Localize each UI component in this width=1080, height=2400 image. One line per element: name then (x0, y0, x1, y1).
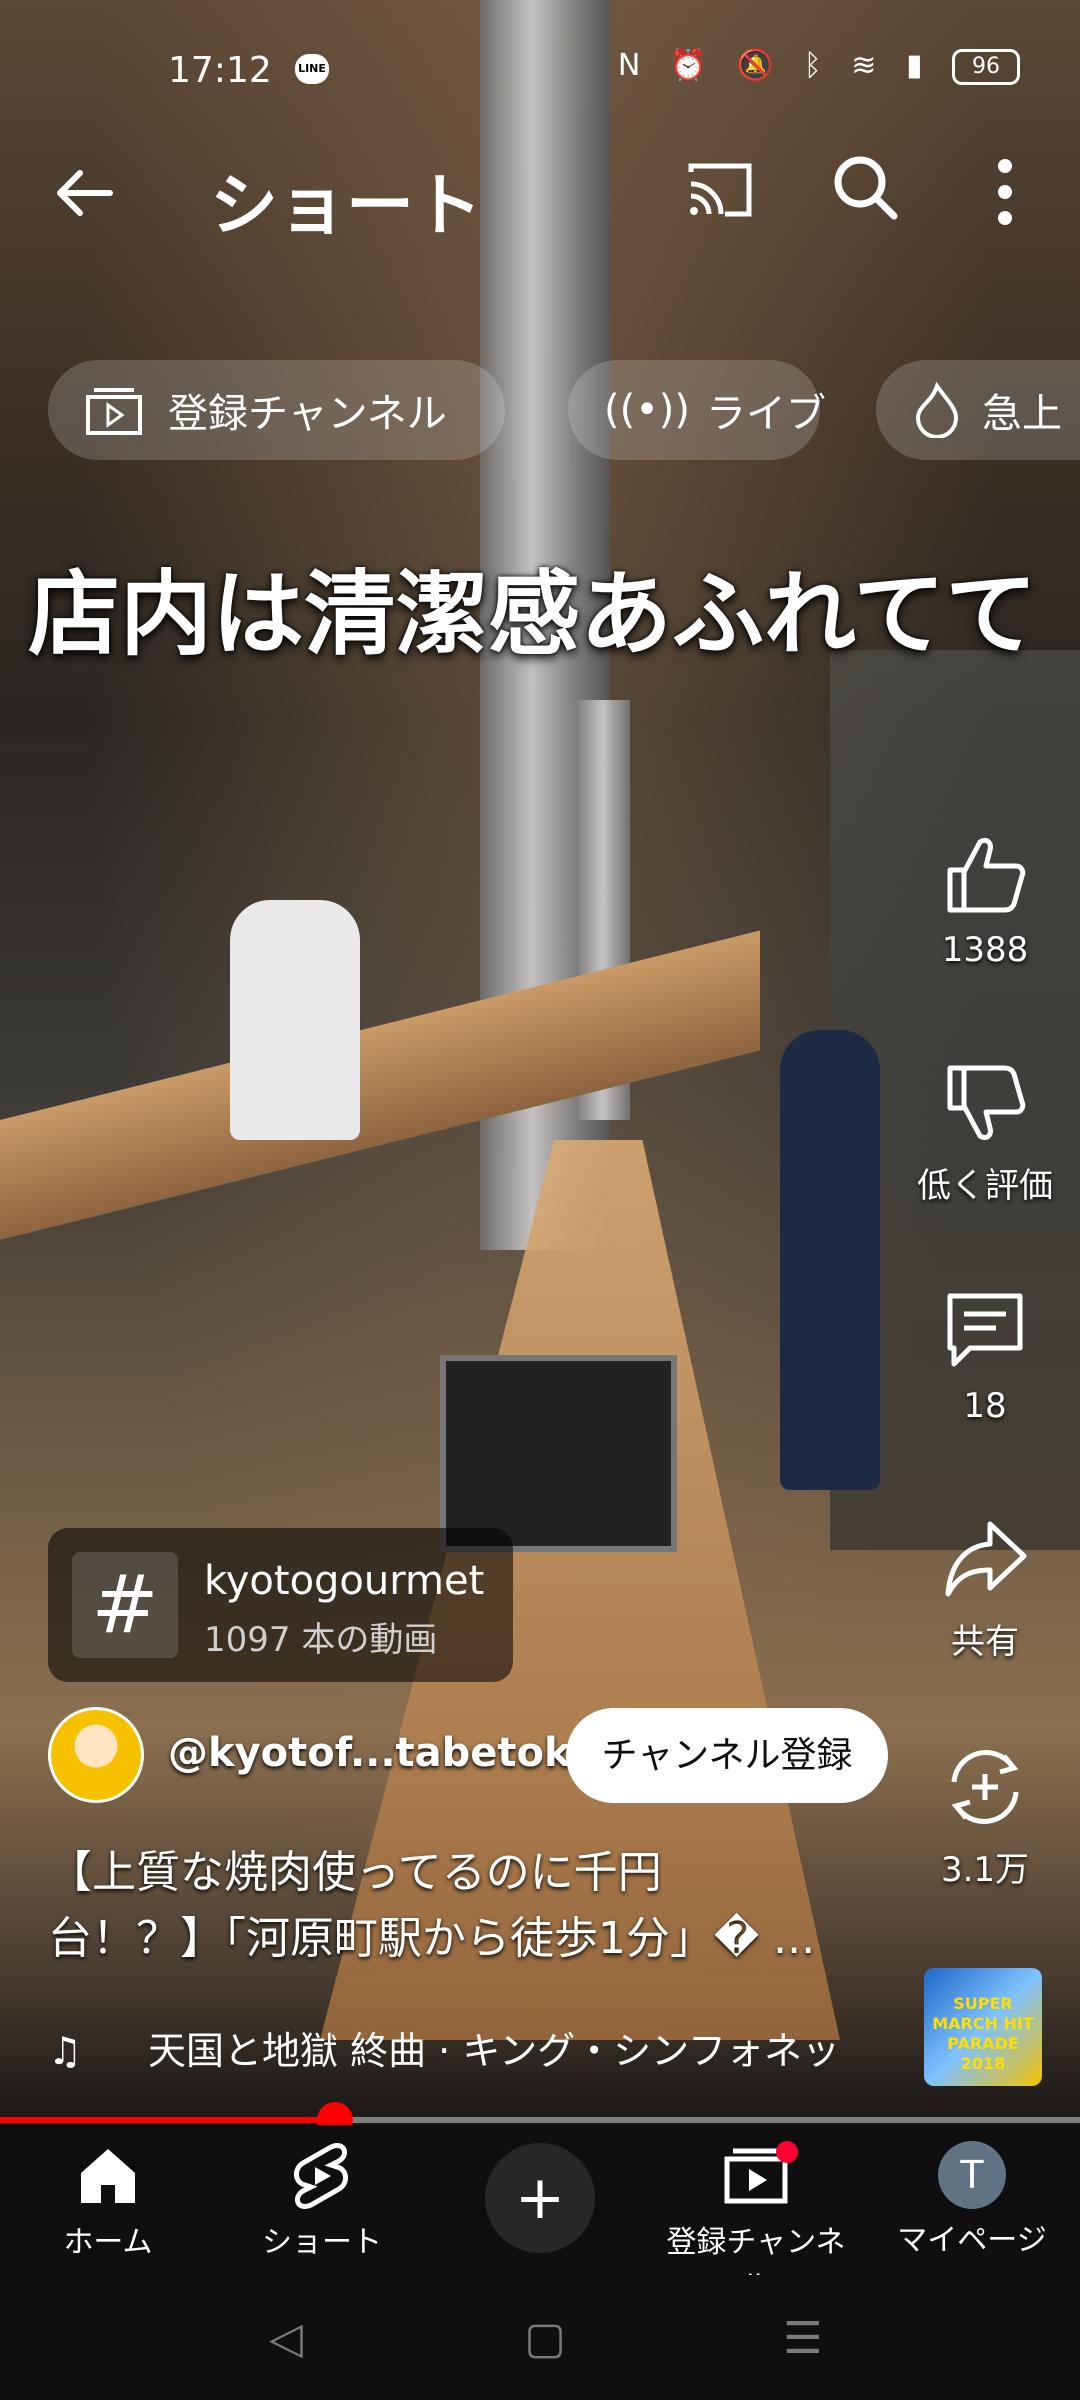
remix-count: 3.1万 (940, 1850, 1030, 1890)
album-art[interactable]: SUPER MARCH HIT PARADE 2018 (924, 1968, 1042, 2086)
video-scene-staff (780, 1030, 880, 1490)
wifi-icon: ≋ (851, 48, 887, 83)
comment-icon (947, 1293, 1023, 1367)
hashtag-icon: # (72, 1552, 178, 1658)
like-button[interactable]: 1388 (900, 830, 1070, 970)
status-time: 17:12 (168, 50, 272, 91)
nav-mypage-label: マイページ (897, 2223, 1047, 2258)
search-button[interactable] (830, 152, 900, 222)
page-title: ショート (210, 167, 483, 246)
shorts-screen: 17:12 LINE N ⏰ 🔕 ᛒ ≋ ▮ 96 ショート 登録チャンネル (… (0, 0, 1080, 2400)
create-button[interactable]: + (485, 2143, 595, 2253)
subscriptions-icon (86, 388, 142, 435)
search-icon (834, 156, 898, 220)
triangle-back-icon: ◁ (269, 2313, 303, 2364)
system-back-button[interactable]: ◁ (256, 2313, 316, 2364)
system-recents-button[interactable]: ☰ (773, 2313, 833, 2364)
comments-button[interactable]: 18 (900, 1286, 1070, 1426)
chip-subscriptions[interactable]: 登録チャンネル (48, 360, 505, 460)
dislike-button[interactable]: 低く評価 (900, 1058, 1070, 1207)
like-count: 1388 (941, 930, 1029, 970)
live-icon: ((•)) (604, 387, 691, 433)
video-scene-chef (230, 900, 360, 1140)
description-line-2: 台！？】「河原町駅から徒歩1分」� ... (48, 1913, 816, 1964)
nav-home[interactable]: ホーム (8, 2141, 208, 2261)
line-notification-icon: LINE (295, 54, 329, 84)
channel-handle[interactable]: @kyotof...tabetoku (168, 1730, 599, 1776)
music-note-icon: ♫ (48, 2029, 83, 2073)
video-scene-grill (440, 1355, 677, 1552)
nfc-icon: N (617, 48, 651, 83)
hashtag-video-count: 1097 本の動画 (204, 1620, 438, 1660)
battery-icon: 96 (952, 48, 1020, 85)
system-home-button[interactable]: ▢ (515, 2313, 575, 2364)
chip-label: 急上 (982, 391, 1062, 437)
more-options-button[interactable] (985, 152, 1025, 232)
video-caption-overlay: 店内は清潔感あふれてて (28, 560, 1038, 668)
chip-trending[interactable]: 急上 (876, 360, 1080, 460)
subscribe-button[interactable]: チャンネル登録 (566, 1708, 888, 1803)
hashtag-name: kyotogourmet (204, 1558, 485, 1604)
thumbs-up-icon (947, 837, 1026, 913)
notification-dot (776, 2141, 798, 2163)
music-info[interactable]: ♫ 天国と地獄 終曲 · キング・シンフォネッ (48, 2020, 888, 2090)
shorts-icon (294, 2143, 348, 2209)
description-line-1: 【上質な焼肉使ってるのに千円 (48, 1847, 662, 1898)
nav-home-label: ホーム (63, 2225, 153, 2260)
more-vert-icon (998, 159, 1012, 225)
mute-icon: 🔕 (736, 48, 785, 83)
nav-mypage[interactable]: T マイページ (872, 2141, 1072, 2259)
system-navigation-bar: ◁ ▢ ☰ (0, 2275, 1080, 2400)
plus-icon: + (514, 2163, 566, 2233)
profile-avatar: T (938, 2141, 1006, 2209)
cast-button[interactable] (685, 160, 755, 220)
nav-shorts-label: ショート (262, 2225, 382, 2260)
system-status-icons: N ⏰ 🔕 ᛒ ≋ ▮ 96 (618, 48, 1020, 85)
thumbs-down-icon (947, 1065, 1026, 1141)
share-icon (945, 1521, 1027, 1597)
chip-live[interactable]: ((•)) ライブ (568, 360, 826, 460)
chip-label: ライブ (706, 391, 827, 437)
filter-chips: 登録チャンネル ((•)) ライブ 急上 (48, 360, 1080, 465)
video-description[interactable]: 【上質な焼肉使ってるのに千円 台！？】「河原町駅から徒歩1分」� ... (48, 1840, 908, 1972)
share-button[interactable]: 共有 (900, 1514, 1070, 1663)
remix-button[interactable]: 3.1万 (900, 1742, 1070, 1891)
hashtag-card[interactable]: # kyotogourmet 1097 本の動画 (48, 1528, 513, 1682)
back-button[interactable] (50, 158, 120, 228)
comment-count: 18 (963, 1386, 1007, 1426)
video-progress-bar[interactable] (0, 2102, 1080, 2138)
home-icon (81, 2149, 135, 2203)
alarm-icon: ⏰ (669, 48, 718, 83)
share-label: 共有 (951, 1622, 1019, 1662)
menu-lines-icon: ☰ (783, 2313, 823, 2364)
status-bar: 17:12 LINE N ⏰ 🔕 ᛒ ≋ ▮ 96 (0, 40, 1080, 100)
channel-avatar[interactable] (48, 1707, 144, 1803)
bottom-navigation: ホーム ショート + 登録チャンネル T マイページ (0, 2125, 1080, 2304)
chip-label: 登録チャンネル (168, 391, 447, 437)
signal-icon: ▮ (905, 48, 933, 83)
trending-icon (915, 382, 959, 438)
progress-fill (0, 2117, 335, 2123)
dislike-label: 低く評価 (917, 1166, 1053, 1206)
nav-shorts[interactable]: ショート (222, 2141, 422, 2261)
arrow-left-icon (57, 170, 113, 216)
cast-icon (688, 163, 752, 217)
square-home-icon: ▢ (524, 2313, 566, 2364)
music-title: 天国と地獄 終曲 · キング・シンフォネッ (148, 2029, 841, 2073)
remix-icon (951, 1750, 1019, 1824)
bluetooth-icon: ᛒ (803, 48, 832, 83)
